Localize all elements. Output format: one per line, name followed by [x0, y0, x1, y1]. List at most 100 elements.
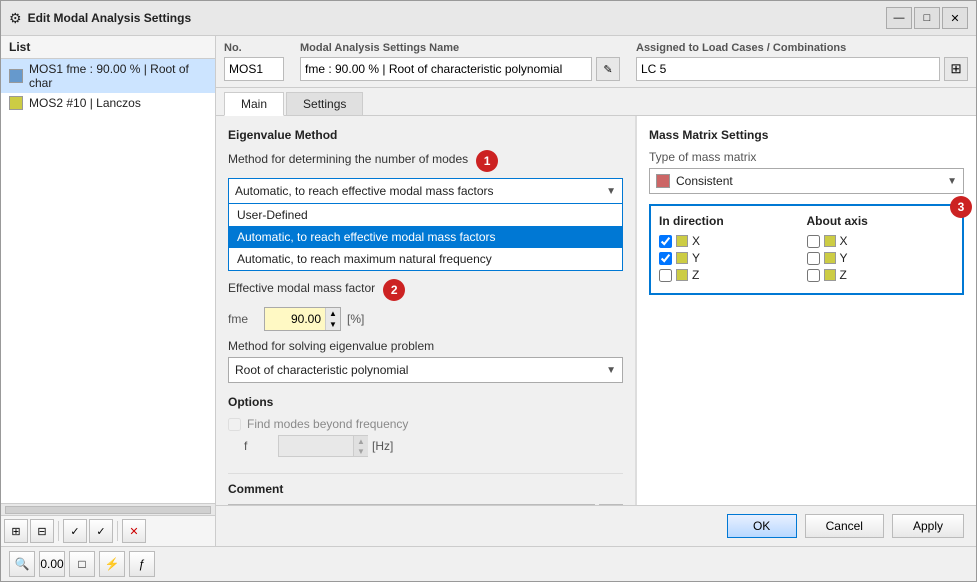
list-item-mos1-label: MOS1 fme : 90.00 % | Root of char: [29, 62, 207, 90]
bottom-toolbar: 🔍 0.00 □ ⚡ ƒ: [1, 546, 976, 581]
fme-spin-down[interactable]: ▼: [326, 319, 340, 330]
check-button-1[interactable]: ✓: [63, 519, 87, 543]
lc-input[interactable]: [636, 57, 940, 81]
window-controls: — □ ✕: [886, 7, 968, 29]
list-item-mos2-label: MOS2 #10 | Lanczos: [29, 96, 141, 110]
in-direction-z-checkbox[interactable]: [659, 269, 672, 282]
check-button-2[interactable]: ✓: [89, 519, 113, 543]
method-dropdown[interactable]: Automatic, to reach effective modal mass…: [228, 178, 623, 204]
eigenvalue-method-section: Method for solving eigenvalue problem Ro…: [228, 339, 623, 383]
method-dropdown-popup: User-Defined Automatic, to reach effecti…: [228, 203, 623, 271]
hz-spinners: ▲ ▼: [353, 436, 368, 456]
about-axis-x-checkbox[interactable]: [807, 235, 820, 248]
in-direction-y-checkbox[interactable]: [659, 252, 672, 265]
in-direction-x-color: [676, 235, 688, 247]
minimize-button[interactable]: —: [886, 7, 912, 29]
name-edit-button[interactable]: ✎: [596, 57, 620, 81]
name-input[interactable]: [300, 57, 592, 81]
tab-main[interactable]: Main: [224, 92, 284, 116]
list-item-mos1[interactable]: MOS1 fme : 90.00 % | Root of char: [1, 59, 215, 93]
in-direction-x-label: X: [692, 234, 700, 248]
eigenvalue-header-row: Method for determining the number of mod…: [228, 150, 623, 172]
formula-button[interactable]: ƒ: [129, 551, 155, 577]
search-button[interactable]: 🔍: [9, 551, 35, 577]
apply-button[interactable]: Apply: [892, 514, 964, 538]
mass-matrix-section: Mass Matrix Settings Type of mass matrix…: [649, 128, 964, 295]
in-direction-z-color: [676, 269, 688, 281]
in-direction-y: Y: [659, 251, 807, 265]
direction-header: In direction About axis: [659, 214, 954, 228]
view-button[interactable]: □: [69, 551, 95, 577]
hz-value-input[interactable]: [283, 439, 353, 453]
badge-3: 3: [950, 196, 972, 218]
badge-2: 2: [383, 279, 405, 301]
direction-table: In direction About axis X: [649, 204, 964, 295]
settings-left: Eigenvalue Method Method for determining…: [216, 116, 636, 505]
fme-input[interactable]: [265, 310, 325, 328]
hz-unit: [Hz]: [372, 439, 393, 453]
eigenvalue-method-value: Root of characteristic polynomial: [235, 363, 408, 377]
maximize-button[interactable]: □: [914, 7, 940, 29]
cancel-button[interactable]: Cancel: [805, 514, 884, 538]
mass-type-value: Consistent: [676, 174, 941, 188]
direction-section: In direction About axis X: [649, 204, 964, 295]
in-direction-z: Z: [659, 268, 807, 282]
in-direction-header: In direction: [659, 214, 807, 228]
hz-input-row: f ▲ ▼ [Hz]: [244, 435, 623, 457]
in-direction-x: X: [659, 234, 807, 248]
hz-spin-down[interactable]: ▼: [354, 446, 368, 456]
no-col: No.: [224, 42, 284, 81]
in-direction-z-label: Z: [692, 268, 699, 282]
mass-dropdown-arrow-icon: ▼: [947, 176, 957, 187]
tab-settings[interactable]: Settings: [286, 92, 363, 115]
scroll-track[interactable]: [5, 506, 211, 514]
name-row: ✎: [300, 57, 620, 81]
mass-type-label: Type of mass matrix: [649, 150, 964, 164]
fme-spin-up[interactable]: ▲: [326, 308, 340, 319]
options-title: Options: [228, 395, 623, 409]
new-item-button[interactable]: ⊞: [4, 519, 28, 543]
method-dropdown-value: Automatic, to reach effective modal mass…: [235, 184, 494, 198]
fme-input-wrap: ▲ ▼: [264, 307, 341, 331]
dropdown-option-auto-mass[interactable]: Automatic, to reach effective modal mass…: [229, 226, 622, 248]
delete-button[interactable]: ✕: [122, 519, 146, 543]
in-direction-x-checkbox[interactable]: [659, 235, 672, 248]
no-input[interactable]: [224, 57, 284, 81]
about-axis-x: X: [807, 234, 955, 248]
find-modes-row: Find modes beyond frequency: [228, 417, 623, 431]
options-section: Options Find modes beyond frequency f ▲: [228, 395, 623, 457]
about-axis-z-color: [824, 269, 836, 281]
content-area: Eigenvalue Method Method for determining…: [216, 116, 976, 505]
about-axis-y: Y: [807, 251, 955, 265]
hz-spin-up[interactable]: ▲: [354, 436, 368, 446]
footer: OK Cancel Apply: [216, 505, 976, 546]
eigenvalue-method-dropdown[interactable]: Root of characteristic polynomial ▼: [228, 357, 623, 383]
dropdown-option-user-defined[interactable]: User-Defined: [229, 204, 622, 226]
find-modes-label: Find modes beyond frequency: [247, 417, 408, 431]
about-axis-header: About axis: [807, 214, 955, 228]
coordinates-button[interactable]: 0.00: [39, 551, 65, 577]
about-axis-z-label: Z: [840, 268, 847, 282]
in-direction-y-label: Y: [692, 251, 700, 265]
find-modes-checkbox[interactable]: [228, 418, 241, 431]
dropdown-option-auto-freq[interactable]: Automatic, to reach maximum natural freq…: [229, 248, 622, 270]
lc-edit-button[interactable]: ⊞: [944, 57, 968, 81]
mass-type-dropdown[interactable]: Consistent ▼: [649, 168, 964, 194]
results-button[interactable]: ⚡: [99, 551, 125, 577]
left-panel: List MOS1 fme : 90.00 % | Root of char M…: [1, 36, 216, 546]
close-button[interactable]: ✕: [942, 7, 968, 29]
lc-row: ⊞: [636, 57, 968, 81]
about-axis-x-color: [824, 235, 836, 247]
toolbar-separator-1: [58, 521, 59, 541]
about-axis-z-checkbox[interactable]: [807, 269, 820, 282]
about-axis-y-color: [824, 252, 836, 264]
f-label: f: [244, 439, 274, 453]
list-item-mos2[interactable]: MOS2 #10 | Lanczos: [1, 93, 215, 113]
duplicate-button[interactable]: ⊟: [30, 519, 54, 543]
settings-right: Mass Matrix Settings Type of mass matrix…: [636, 116, 976, 505]
about-axis-y-checkbox[interactable]: [807, 252, 820, 265]
main-window: ⚙ Edit Modal Analysis Settings — □ ✕ Lis…: [0, 0, 977, 582]
ok-button[interactable]: OK: [727, 514, 797, 538]
title-icon: ⚙: [9, 10, 22, 27]
about-axis-z: Z: [807, 268, 955, 282]
